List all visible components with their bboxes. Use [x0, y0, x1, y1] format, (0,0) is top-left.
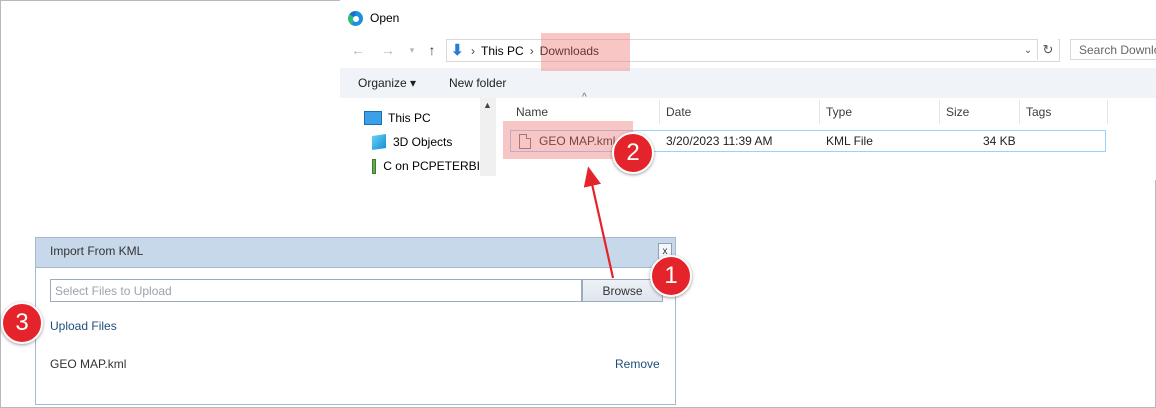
nav-item-label: This PC — [388, 111, 431, 125]
file-select-input[interactable] — [50, 279, 582, 302]
column-tags[interactable]: Tags — [1020, 100, 1108, 124]
remove-file-link[interactable]: Remove — [615, 357, 660, 371]
step-badge-2: 2 — [612, 132, 654, 174]
column-type[interactable]: Type — [820, 100, 940, 124]
column-date[interactable]: Date — [660, 100, 820, 124]
downloads-highlight — [541, 33, 630, 71]
address-dropdown-icon[interactable]: ⌄ — [1021, 40, 1035, 61]
downloads-icon: ⬇ — [451, 41, 464, 59]
navigation-pane: This PC 3D Objects C on PCPETERBI ▲ — [340, 98, 496, 176]
breadcrumb-separator: › — [529, 43, 534, 58]
nav-item-3d-objects[interactable]: 3D Objects — [372, 132, 452, 152]
navigation-bar: ← → ▾ ↑ ⬇ › This PC › Downloads ⌄ ↻ Sear… — [340, 38, 1156, 62]
nav-item-this-pc[interactable]: This PC — [364, 108, 431, 128]
step-badge-1: 1 — [650, 255, 692, 297]
nav-scrollbar[interactable]: ▲ — [480, 98, 496, 176]
breadcrumb-separator: › — [471, 43, 475, 58]
recent-locations-icon[interactable]: ▾ — [402, 40, 422, 60]
upload-files-link[interactable]: Upload Files — [50, 319, 117, 333]
selected-file-name: GEO MAP.kml — [50, 357, 127, 371]
up-arrow-icon[interactable]: ↑ — [422, 40, 442, 60]
nav-item-label: 3D Objects — [393, 135, 453, 149]
nav-item-network-drive[interactable]: C on PCPETERBI — [372, 156, 480, 176]
command-bar: Organize ▾ New folder — [340, 68, 1156, 98]
organize-button[interactable]: Organize ▾ — [358, 76, 416, 90]
file-date: 3/20/2023 11:39 AM — [666, 134, 773, 148]
file-type: KML File — [826, 134, 873, 148]
back-arrow-icon[interactable]: ← — [348, 40, 368, 60]
forward-arrow-icon[interactable]: → — [378, 40, 398, 60]
open-dialog-title: Open — [370, 11, 400, 25]
new-folder-button[interactable]: New folder — [449, 76, 506, 90]
breadcrumb-this-pc[interactable]: This PC — [481, 44, 524, 58]
kml-dialog-title: Import From KML — [50, 244, 144, 258]
nav-item-label: C on PCPETERBI — [383, 159, 480, 173]
search-input[interactable]: Search Downloads — [1070, 39, 1156, 60]
file-size: 34 KB — [983, 134, 1016, 148]
3d-objects-icon — [372, 134, 386, 150]
step-badge-3: 3 — [1, 302, 43, 344]
open-dialog: Open ← → ▾ ↑ ⬇ › This PC › Downloads ⌄ ↻… — [340, 0, 1156, 180]
open-dialog-titlebar: Open — [348, 8, 399, 28]
kml-dialog-header: Import From KML x — [36, 238, 675, 268]
address-bar[interactable]: ⬇ › This PC › Downloads ⌄ — [446, 39, 1060, 62]
refresh-icon[interactable]: ↻ — [1037, 39, 1058, 60]
network-drive-icon — [372, 158, 377, 174]
column-size[interactable]: Size — [940, 100, 1020, 124]
this-pc-icon — [364, 111, 382, 125]
scroll-up-icon[interactable]: ▲ — [483, 100, 492, 110]
import-kml-dialog: Import From KML x Browse Upload Files GE… — [35, 237, 676, 405]
edge-icon — [348, 10, 363, 26]
